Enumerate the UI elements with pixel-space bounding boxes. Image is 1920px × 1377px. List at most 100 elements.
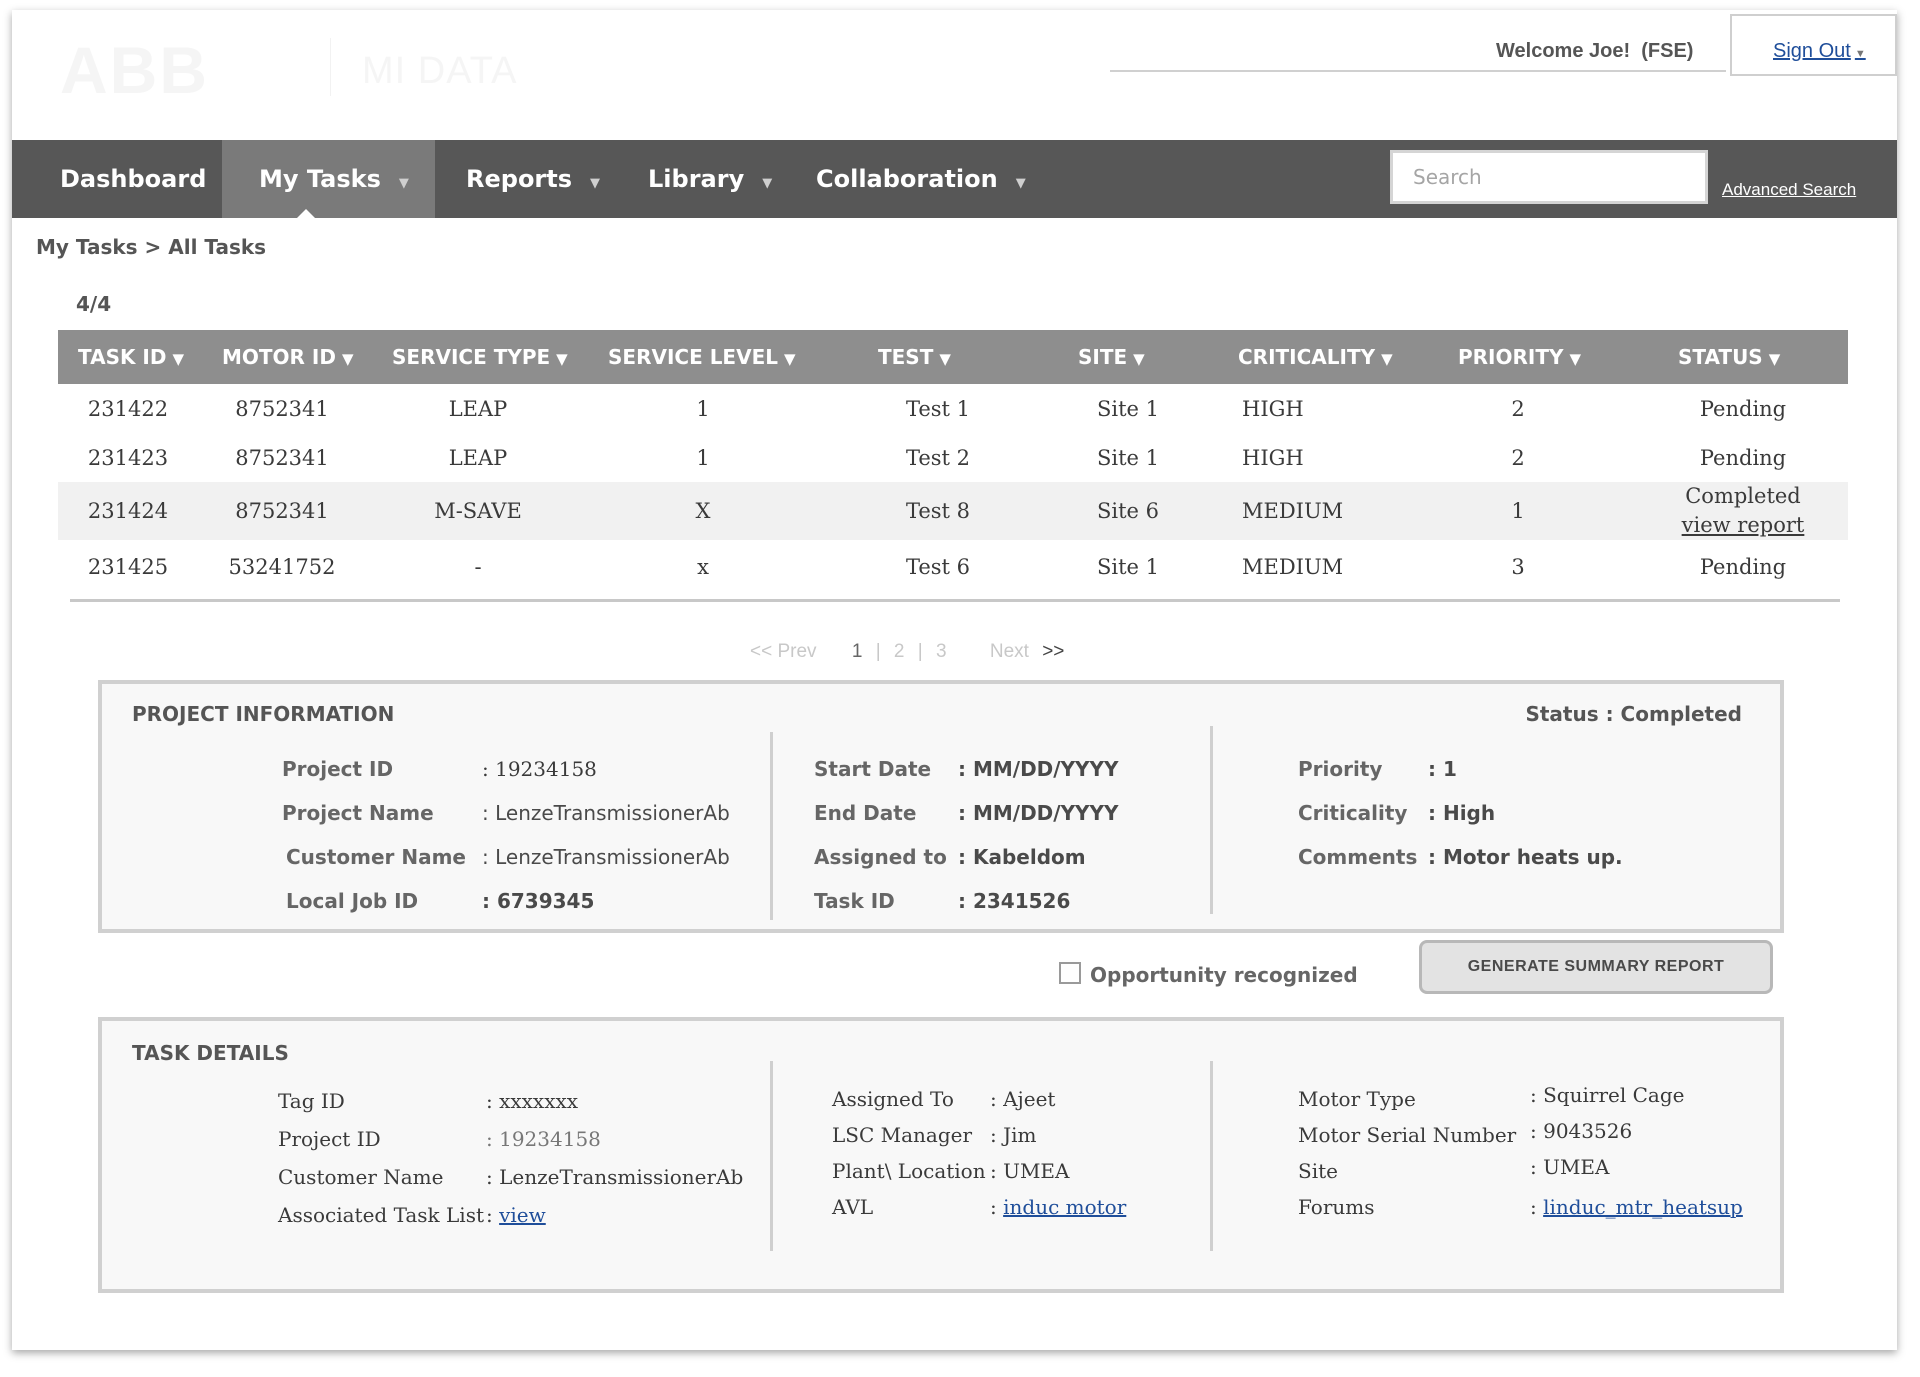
app-name: MI DATA [362, 50, 518, 92]
forums-link[interactable]: linduc_mtr_heatsup [1543, 1195, 1743, 1219]
lsc-manager-label: LSC Manager [832, 1123, 973, 1147]
criticality-row: Criticality [1298, 801, 1407, 825]
column-header-label: STATUS [1678, 345, 1763, 369]
avl-link[interactable]: induc motor [1003, 1195, 1126, 1219]
cell-status: Pending [1699, 554, 1787, 579]
search-input[interactable] [1390, 150, 1708, 204]
column-header-motor-id[interactable]: MOTOR ID ▼ [222, 330, 354, 384]
status-text: Completed [1685, 484, 1801, 508]
column-header-label: SERVICE LEVEL [608, 345, 778, 369]
table-row[interactable]: 231423 8752341 LEAP 1 Test 2 Site 1 HIGH… [58, 433, 1848, 482]
lsc-manager-value: : Jim [990, 1123, 1037, 1147]
column-header-criticality[interactable]: CRITICALITY ▼ [1238, 330, 1393, 384]
prev-page-button[interactable]: << Prev [750, 641, 817, 662]
panel-title: TASK DETAILS [132, 1041, 289, 1065]
sort-down-icon: ▼ [172, 350, 185, 368]
cell-test: Test 1 [905, 396, 971, 421]
advanced-search-link[interactable]: Advanced Search [1722, 180, 1856, 200]
page-separator: | [917, 641, 923, 662]
project-id-row: Project ID [282, 757, 393, 781]
sort-down-icon: ▼ [1133, 350, 1145, 368]
nav-reports[interactable]: Reports ▼ [466, 140, 600, 218]
page-3[interactable]: 3 [936, 641, 947, 662]
nav-collaboration-label: Collaboration [816, 165, 998, 193]
column-header-status[interactable]: STATUS ▼ [1678, 330, 1780, 384]
pagination: << Prev 1 | 2 | 3 Next >> [750, 641, 1072, 663]
opportunity-checkbox[interactable] [1059, 962, 1081, 984]
field-label: Project ID [282, 757, 394, 781]
table-row[interactable]: 231425 53241752 - x Test 6 Site 1 MEDIUM… [58, 540, 1848, 593]
plant-location-value: : UMEA [990, 1159, 1070, 1183]
field-value: : LenzeTransmissionerAb [482, 801, 730, 825]
next-arrows[interactable]: >> [1042, 641, 1064, 662]
column-header-service-level[interactable]: SERVICE LEVEL ▼ [608, 330, 796, 384]
cell-service-level: x [697, 554, 709, 579]
forums-value: : linduc_mtr_heatsup [1530, 1195, 1743, 1219]
column-divider [1210, 1061, 1213, 1251]
field-label: Project Name [282, 801, 434, 825]
value-prefix: : [1530, 1195, 1544, 1219]
cell-priority: 3 [1511, 554, 1525, 579]
cell-test: Test 8 [905, 499, 971, 523]
nav-my-tasks-label: My Tasks [259, 165, 381, 193]
nav-collaboration[interactable]: Collaboration ▼ [816, 140, 1026, 218]
task-details-panel: TASK DETAILS Tag ID : xxxxxxx Project ID… [98, 1017, 1784, 1293]
sign-out-link[interactable]: Sign Out ▼ [1773, 40, 1866, 63]
column-header-service-type[interactable]: SERVICE TYPE ▼ [392, 330, 568, 384]
sort-down-icon: ▼ [1381, 350, 1393, 368]
site-value: : UMEA [1530, 1155, 1610, 1179]
avl-value: : induc motor [990, 1195, 1126, 1219]
column-header-test[interactable]: TEST ▼ [878, 330, 951, 384]
cell-service-type: M-SAVE [434, 499, 522, 523]
forums-label: Forums [1298, 1195, 1375, 1219]
field-value: : LenzeTransmissionerAb [482, 845, 730, 869]
column-header-task-id[interactable]: TASK ID ▼ [78, 330, 184, 384]
cell-service-level: X [695, 499, 711, 523]
column-header-label: TEST [878, 345, 934, 369]
field-label: Priority [1298, 757, 1383, 781]
cell-status: Completed view report [1668, 482, 1818, 540]
cell-motor-id: 8752341 [235, 445, 329, 470]
cell-task-id: 231422 [87, 396, 169, 421]
cell-priority: 2 [1511, 396, 1525, 421]
column-header-priority[interactable]: PRIORITY ▼ [1458, 330, 1581, 384]
associated-task-list-link[interactable]: view [499, 1203, 546, 1227]
associated-task-list-label: Associated Task List [278, 1203, 484, 1227]
field-value: : Motor heats up. [1428, 845, 1623, 869]
field-label: Task ID [814, 889, 895, 913]
view-report-link[interactable]: view report [1682, 511, 1805, 540]
field-label: End Date [814, 801, 917, 825]
end-date-row: End Date [814, 801, 916, 825]
nav-reports-label: Reports [466, 165, 573, 193]
customer-name-value: : LenzeTransmissionerAb [482, 845, 730, 869]
field-value: : 1 [1428, 757, 1457, 781]
chevron-down-icon: ▼ [590, 176, 601, 191]
record-count: 4/4 [76, 292, 112, 316]
table-row[interactable]: 231422 8752341 LEAP 1 Test 1 Site 1 HIGH… [58, 384, 1848, 433]
cell-motor-id: 8752341 [235, 396, 329, 421]
column-header-site[interactable]: SITE ▼ [1078, 330, 1145, 384]
abb-logo: ABB [60, 33, 209, 107]
nav-dashboard[interactable]: Dashboard [60, 140, 206, 218]
cell-test: Test 6 [905, 554, 971, 579]
priority-value: : 1 [1428, 757, 1457, 781]
page-1[interactable]: 1 [852, 641, 863, 662]
cell-priority: 2 [1511, 445, 1525, 470]
sort-down-icon: ▼ [939, 350, 951, 368]
nav-my-tasks[interactable]: My Tasks ▼ [222, 140, 435, 219]
page-2[interactable]: 2 [894, 641, 905, 662]
field-value: : 6739345 [482, 889, 595, 913]
field-label: Local Job ID [286, 889, 419, 913]
motor-serial-number-label: Motor Serial Number [1298, 1123, 1517, 1147]
column-divider [770, 1061, 773, 1251]
tasks-table: TASK ID ▼ MOTOR ID ▼ SERVICE TYPE ▼ SERVICE… [58, 330, 1848, 593]
generate-summary-report-button[interactable]: GENERATE SUMMARY REPORT [1419, 940, 1773, 994]
table-row[interactable]: 231424 8752341 M-SAVE X Test 8 Site 6 ME… [58, 482, 1848, 540]
customer-name-row: Customer Name [286, 845, 466, 869]
sort-down-icon: ▼ [1768, 350, 1781, 368]
field-value: : High [1428, 801, 1496, 825]
customer-name-label: Customer Name [278, 1165, 444, 1189]
next-page-button[interactable]: Next [990, 641, 1029, 662]
nav-library[interactable]: Library ▼ [648, 140, 772, 218]
project-name-value: : LenzeTransmissionerAb [482, 801, 730, 825]
